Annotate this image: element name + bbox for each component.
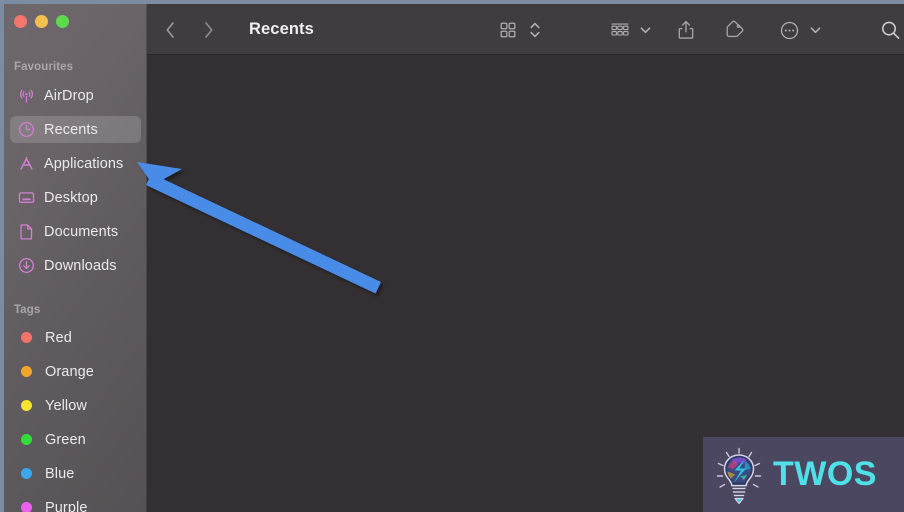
sidebar-item-applications[interactable]: Applications	[10, 150, 141, 177]
edit-tags-button[interactable]	[720, 13, 750, 47]
back-button[interactable]	[157, 13, 183, 47]
sidebar-item-downloads[interactable]: Downloads	[10, 252, 141, 279]
sidebar-item-recents[interactable]: Recents	[10, 116, 141, 143]
toolbar: Recents	[147, 4, 904, 55]
zoom-button[interactable]	[56, 15, 69, 28]
tag-dot-icon	[16, 430, 36, 450]
more-options-button[interactable]	[775, 13, 803, 47]
sidebar-tag-red[interactable]: Red	[10, 324, 141, 351]
sidebar-tag-purple[interactable]: Purple	[10, 494, 141, 512]
sidebar-item-airdrop[interactable]: AirDrop	[10, 82, 141, 109]
watermark-text: TWOS	[773, 455, 877, 493]
documents-icon	[16, 222, 36, 242]
sidebar-item-label: Desktop	[44, 189, 98, 206]
group-chevron-down-icon[interactable]	[637, 13, 653, 47]
view-chevron-updown-icon[interactable]	[527, 13, 543, 47]
close-button[interactable]	[14, 15, 27, 28]
group-items-button[interactable]	[605, 13, 635, 47]
downloads-icon	[16, 256, 36, 276]
tag-dot-icon	[16, 396, 36, 416]
sidebar-tag-label: Purple	[45, 499, 88, 512]
finder-window: Favourites AirDrop Recents Applications …	[0, 4, 904, 512]
sidebar-item-label: Recents	[44, 121, 98, 138]
search-icon[interactable]	[875, 13, 904, 47]
sidebar-tag-blue[interactable]: Blue	[10, 460, 141, 487]
sidebar-item-label: AirDrop	[44, 87, 94, 104]
sidebar-item-desktop[interactable]: Desktop	[10, 184, 141, 211]
tag-dot-icon	[16, 464, 36, 484]
watermark: TWOS	[703, 437, 904, 512]
sidebar-tag-label: Green	[45, 431, 86, 448]
sidebar-tag-label: Red	[45, 329, 72, 346]
sidebar-tag-orange[interactable]: Orange	[10, 358, 141, 385]
sidebar-tag-label: Blue	[45, 465, 75, 482]
tag-dot-icon	[16, 498, 36, 512]
favourites-heading: Favourites	[14, 61, 74, 73]
sidebar-tag-yellow[interactable]: Yellow	[10, 392, 141, 419]
share-button[interactable]	[672, 13, 700, 47]
page-title: Recents	[249, 20, 314, 38]
clock-icon	[16, 120, 36, 140]
tags-list: Red Orange Yellow Green Blue Purple	[4, 324, 147, 512]
minimize-button[interactable]	[35, 15, 48, 28]
sidebar-item-label: Documents	[44, 223, 119, 240]
icon-view-button[interactable]	[494, 13, 522, 47]
airdrop-icon	[16, 86, 36, 106]
tag-dot-icon	[16, 328, 36, 348]
tag-dot-icon	[16, 362, 36, 382]
sidebar-item-label: Downloads	[44, 257, 117, 274]
screen: Favourites AirDrop Recents Applications …	[0, 0, 904, 512]
sidebar-item-label: Applications	[44, 155, 124, 172]
sidebar: Favourites AirDrop Recents Applications …	[4, 4, 147, 512]
tags-heading: Tags	[14, 304, 41, 316]
more-chevron-down-icon[interactable]	[807, 13, 823, 47]
traffic-lights	[14, 15, 69, 28]
sidebar-tag-label: Orange	[45, 363, 94, 380]
lightbulb-icon	[713, 444, 765, 506]
desktop-icon	[16, 188, 36, 208]
favourites-list: AirDrop Recents Applications Desktop Doc…	[4, 82, 147, 286]
applications-icon	[16, 154, 36, 174]
sidebar-item-documents[interactable]: Documents	[10, 218, 141, 245]
sidebar-tag-green[interactable]: Green	[10, 426, 141, 453]
forward-button[interactable]	[195, 13, 221, 47]
sidebar-tag-label: Yellow	[45, 397, 87, 414]
